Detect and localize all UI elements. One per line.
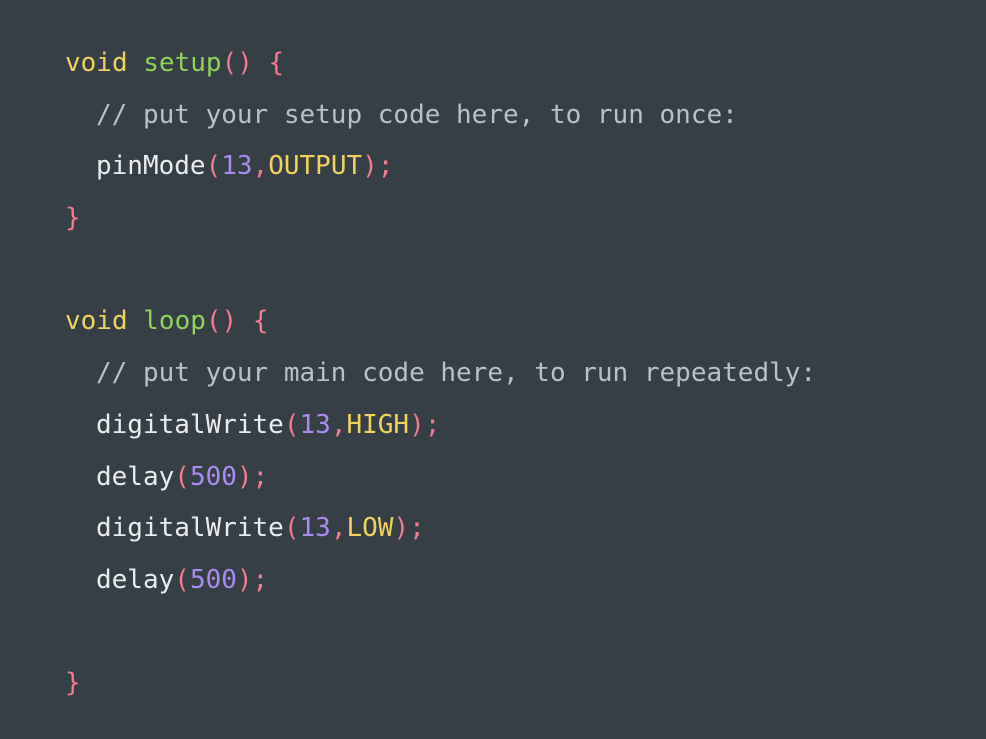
code-token-punct: ); [409, 409, 441, 440]
code-token-punct: } [65, 668, 81, 699]
code-token-punct: ); [236, 564, 269, 595]
code-token-punct: ( [174, 461, 190, 492]
code-token-punct: ( [205, 151, 222, 182]
code-line[interactable] [65, 607, 986, 659]
code-token-number: 500 [189, 461, 237, 492]
code-token-punct: , [330, 409, 347, 440]
code-editor[interactable]: void setup() {// put your setup code her… [0, 0, 986, 739]
code-line[interactable]: void loop() { [65, 296, 986, 348]
code-line[interactable]: // put your main code here, to run repea… [65, 348, 986, 400]
code-token-constant: HIGH [346, 409, 410, 440]
code-token-number: 13 [299, 513, 331, 544]
code-token-constant: LOW [346, 513, 394, 544]
code-token-punct: ( [174, 564, 190, 595]
code-token-comment: // put your setup code here, to run once… [96, 99, 738, 130]
code-token-punct: () [205, 306, 238, 337]
code-line[interactable]: pinMode(13,OUTPUT); [65, 141, 986, 193]
code-token-number: 13 [299, 409, 331, 440]
code-token-plain: delay [96, 564, 175, 595]
code-line[interactable]: delay(500); [65, 555, 986, 607]
code-block[interactable]: void setup() {// put your setup code her… [65, 38, 986, 710]
code-token-punct: ); [236, 461, 269, 492]
code-token-punct: , [330, 513, 347, 544]
code-token-punct: , [252, 151, 269, 182]
code-line[interactable]: void setup() { [65, 38, 986, 90]
code-token-punct: ( [283, 513, 300, 544]
code-token-punct: } [65, 203, 81, 234]
code-token-punct: ); [393, 513, 425, 544]
code-token-punct: { [252, 306, 269, 337]
code-token-punct: ); [362, 151, 394, 182]
code-line[interactable]: delay(500); [65, 452, 986, 504]
code-line[interactable]: // put your setup code here, to run once… [65, 90, 986, 142]
code-token-keyword: void [65, 48, 128, 78]
code-token-function: loop [143, 306, 206, 337]
code-token-plain: digitalWrite [96, 409, 284, 440]
code-token-keyword: void [65, 306, 128, 337]
code-token-plain: pinMode [96, 151, 206, 182]
code-token-function: setup [143, 48, 222, 78]
code-token-punct: ( [283, 409, 300, 440]
code-line[interactable]: digitalWrite(13,HIGH); [65, 400, 986, 452]
code-token-comment: // put your main code here, to run repea… [96, 358, 817, 389]
code-token-constant: OUTPUT [268, 151, 363, 182]
code-token-punct: { [268, 48, 285, 78]
code-line[interactable]: } [65, 193, 986, 245]
code-token-plain: delay [96, 461, 175, 492]
code-token-number: 500 [189, 564, 237, 595]
code-token-punct: () [221, 48, 253, 78]
code-token-plain: digitalWrite [96, 513, 284, 544]
code-line[interactable] [65, 245, 986, 297]
code-line[interactable]: digitalWrite(13,LOW); [65, 503, 986, 555]
code-token-number: 13 [221, 151, 253, 182]
code-line[interactable]: } [65, 658, 986, 710]
